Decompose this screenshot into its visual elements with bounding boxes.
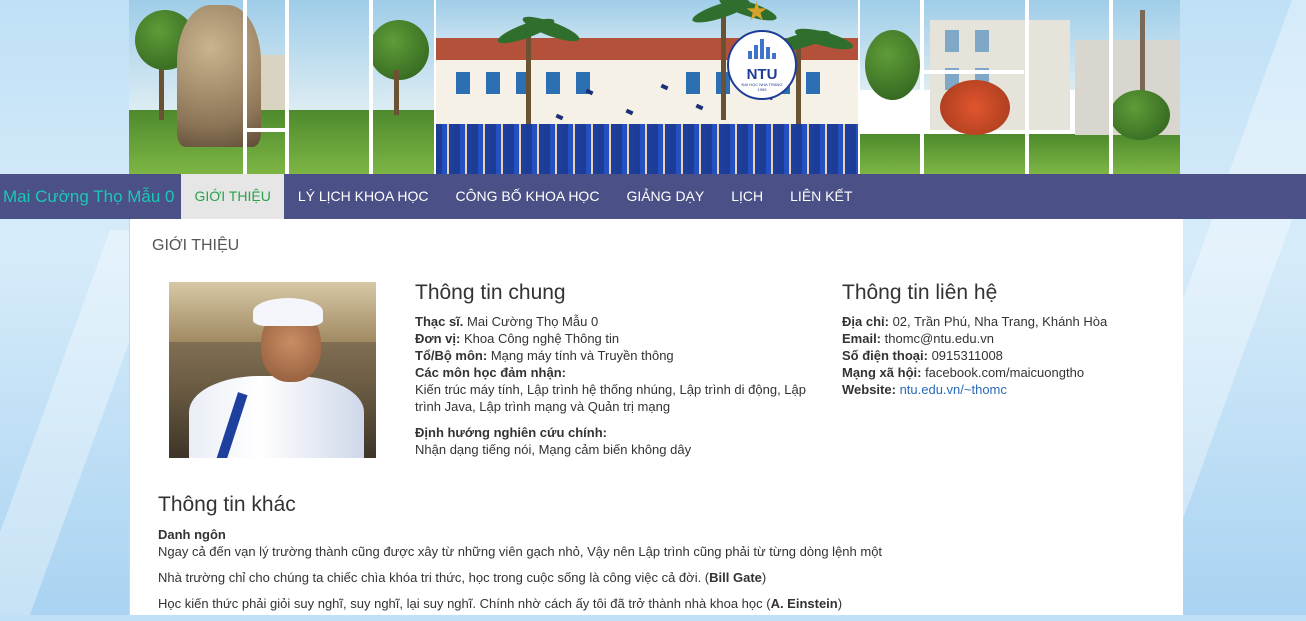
banner-divider (924, 70, 1024, 74)
general-info-section: Thông tin chung Thạc sĩ. Mai Cường Thọ M… (415, 281, 815, 458)
nav-item-cong-bo-khoa-hoc[interactable]: CÔNG BỐ KHOA HỌC (442, 174, 613, 219)
quote-3: Học kiến thức phải giỏi suy nghĩ, suy ng… (158, 595, 1168, 612)
general-info-heading: Thông tin chung (415, 281, 566, 304)
banner-divider (1025, 0, 1029, 174)
phone-label: Số điện thoại: (842, 348, 928, 363)
website-row: Website: ntu.edu.vn/~thomc (842, 381, 1172, 398)
banner-divider (369, 0, 373, 174)
department-row: Tổ/Bộ môn: Mạng máy tính và Truyền thông (415, 347, 815, 364)
logo-year: 1959 (757, 86, 767, 92)
main-menu: GIỚI THIỆU LÝ LỊCH KHOA HỌC CÔNG BỐ KHOA… (181, 174, 866, 219)
contact-info-section: Thông tin liên hệ Địa chỉ: 02, Trần Phú,… (842, 281, 1172, 398)
nav-item-ly-lich-khoa-hoc[interactable]: LÝ LỊCH KHOA HỌC (284, 174, 442, 219)
email-label: Email: (842, 331, 882, 346)
other-info-heading: Thông tin khác (158, 493, 296, 516)
banner-photo-main-building (436, 0, 858, 174)
courses-label: Các môn học đảm nhận: (415, 365, 566, 380)
nav-item-lien-ket[interactable]: LIÊN KẾT (777, 174, 866, 219)
email-value: thomc@ntu.edu.vn (881, 331, 994, 346)
courses-value: Kiến trúc máy tính, Lập trình hệ thống n… (415, 382, 806, 414)
banner-divider (1109, 0, 1113, 174)
nav-item-gioi-thieu[interactable]: GIỚI THIỆU (181, 174, 285, 219)
quotes-label: Danh ngôn (158, 526, 1168, 543)
unit-label: Đơn vị: (415, 331, 461, 346)
banner-divider (285, 0, 289, 174)
research-row: Định hướng nghiên cứu chính: (415, 424, 815, 441)
quote-2: Nhà trường chỉ cho chúng ta chiếc chìa k… (158, 569, 1168, 586)
quote-2-close: ) (761, 570, 767, 585)
contact-info-heading: Thông tin liên hệ (842, 281, 998, 304)
courses-row: Các môn học đảm nhận: (415, 364, 815, 381)
phone-value: 0915311008 (927, 348, 1003, 363)
website-label: Website: (842, 382, 896, 397)
university-logo: NTU ĐẠI HỌC NHA TRANG 1959 (727, 30, 797, 100)
other-info-section: Thông tin khác Danh ngôn Ngay cả đến vạn… (158, 493, 1168, 621)
banner-photo-campus-left (129, 0, 434, 174)
department-value: Mạng máy tính và Truyền thông (487, 348, 674, 363)
nav-item-giang-day[interactable]: GIẢNG DẠY (613, 174, 718, 219)
quotes-label-text: Danh ngôn (158, 527, 226, 542)
header-banner: ★ NTU ĐẠI HỌC NHA TRANG 1959 (129, 0, 1180, 174)
email-row: Email: thomc@ntu.edu.vn (842, 330, 1172, 347)
banner-photo-campus-right (860, 0, 1180, 174)
banner-divider (243, 0, 247, 174)
quote-3-close: ) (837, 596, 843, 611)
website-link[interactable]: ntu.edu.vn/~thomc (900, 382, 1007, 397)
social-row: Mạng xã hội: facebook.com/maicuongtho (842, 364, 1172, 381)
quote-2-author: Bill Gate (709, 570, 762, 585)
research-value: Nhận dạng tiếng nói, Mạng cảm biến không… (415, 442, 692, 457)
banner-divider (920, 0, 924, 174)
degree-row: Thạc sĩ. Mai Cường Thọ Mẫu 0 (415, 313, 815, 330)
department-label: Tổ/Bộ môn: (415, 348, 488, 363)
social-value: facebook.com/maicuongtho (921, 365, 1085, 380)
profile-photo (169, 282, 376, 458)
quote-3-text: Học kiến thức phải giỏi suy nghĩ, suy ng… (158, 596, 771, 611)
main-navbar: Mai Cường Thọ Mẫu 0 GIỚI THIỆU LÝ LỊCH K… (0, 174, 1306, 219)
phone-row: Số điện thoại: 0915311008 (842, 347, 1172, 364)
banner-divider (243, 128, 288, 132)
quote-3-author: A. Einstein (770, 596, 838, 611)
main-content: GIỚI THIỆU Thông tin chung Thạc sĩ. Mai … (129, 219, 1183, 615)
address-value: 02, Trần Phú, Nha Trang, Khánh Hòa (888, 314, 1108, 329)
address-label: Địa chỉ: (842, 314, 889, 329)
star-icon: ★ (745, 0, 769, 26)
page-title: GIỚI THIỆU (152, 237, 240, 254)
research-label: Định hướng nghiên cứu chính: (415, 425, 607, 440)
address-row: Địa chỉ: 02, Trần Phú, Nha Trang, Khánh … (842, 313, 1172, 330)
unit-value: Khoa Công nghệ Thông tin (460, 331, 620, 346)
degree-value: Mai Cường Thọ Mẫu 0 (463, 314, 599, 329)
logo-text: NTU (746, 65, 778, 83)
unit-row: Đơn vị: Khoa Công nghệ Thông tin (415, 330, 815, 347)
nav-item-lich[interactable]: LỊCH (718, 174, 777, 219)
quote-1: Ngay cả đến vạn lý trường thành cũng đượ… (158, 544, 883, 559)
social-label: Mạng xã hội: (842, 365, 922, 380)
site-brand-link[interactable]: Mai Cường Thọ Mẫu 0 (3, 174, 175, 219)
degree-label: Thạc sĩ. (415, 314, 464, 329)
quote-2-text: Nhà trường chỉ cho chúng ta chiếc chìa k… (158, 570, 710, 585)
